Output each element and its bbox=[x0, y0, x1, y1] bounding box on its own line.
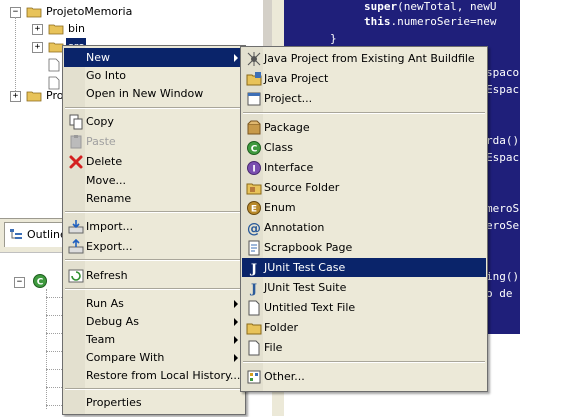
text-file-icon bbox=[248, 300, 260, 316]
new-submenu: Java Project from Existing Ant Buildfile… bbox=[240, 46, 488, 392]
menu-item-copy[interactable]: Copy bbox=[64, 112, 244, 131]
submenu-item-file[interactable]: File bbox=[242, 338, 486, 357]
svg-text:J: J bbox=[250, 262, 257, 276]
delete-icon bbox=[69, 155, 83, 169]
menu-item-new[interactable]: New bbox=[64, 48, 244, 67]
menu-item-debug-as[interactable]: Debug As bbox=[64, 312, 244, 331]
submenu-item-project[interactable]: Project... bbox=[242, 89, 486, 108]
submenu-item-other[interactable]: Other... bbox=[242, 367, 486, 386]
submenu-item-package[interactable]: Package bbox=[242, 118, 486, 137]
code-line: ing() bbox=[486, 270, 520, 283]
submenu-item-junit-test-suite[interactable]: J JUnit Test Suite bbox=[242, 278, 486, 297]
tree-item-bin[interactable]: + bin bbox=[32, 20, 232, 38]
menu-item-delete[interactable]: Delete bbox=[64, 152, 244, 171]
menu-item-open-new-window[interactable]: Open in New Window bbox=[64, 84, 244, 103]
context-menu: New Go Into Open in New Window Copy Past… bbox=[62, 45, 246, 415]
package-icon bbox=[247, 120, 261, 135]
menu-item-run-as[interactable]: Run As bbox=[64, 294, 244, 313]
svg-text:C: C bbox=[251, 145, 258, 155]
submenu-arrow-icon bbox=[234, 300, 238, 308]
folder-icon bbox=[246, 323, 262, 335]
source-folder-icon bbox=[246, 183, 262, 195]
junit-test-suite-icon: J bbox=[250, 282, 257, 296]
scrapbook-icon bbox=[248, 240, 260, 256]
menu-item-restore-local-history[interactable]: Restore from Local History... bbox=[64, 366, 244, 385]
code-line: eroSe bbox=[486, 219, 520, 232]
submenu-item-interface[interactable]: I Interface bbox=[242, 158, 486, 177]
submenu-item-source-folder[interactable]: Source Folder bbox=[242, 178, 486, 197]
menu-item-refresh[interactable]: Refresh bbox=[64, 266, 244, 285]
code-line: super(newTotal, newU bbox=[364, 0, 497, 13]
expand-icon[interactable]: + bbox=[32, 42, 43, 53]
menu-item-import[interactable]: Import... bbox=[64, 217, 244, 236]
tree-label: bin bbox=[68, 22, 86, 35]
ant-project-icon bbox=[247, 52, 261, 66]
code-line: meroS bbox=[486, 202, 520, 215]
menu-item-team[interactable]: Team bbox=[64, 330, 244, 349]
svg-text:E: E bbox=[251, 205, 257, 215]
submenu-item-class[interactable]: C Class bbox=[242, 138, 486, 157]
paste-icon bbox=[70, 135, 82, 149]
junit-test-case-icon: J bbox=[250, 262, 257, 276]
svg-text:C: C bbox=[37, 278, 44, 288]
submenu-item-untitled-text-file[interactable]: Untitled Text File bbox=[242, 298, 486, 317]
class-icon: C bbox=[247, 141, 261, 155]
menu-item-properties[interactable]: Properties bbox=[64, 393, 244, 412]
tab-label: Outline bbox=[27, 228, 67, 241]
tab-outline[interactable]: Outline bbox=[4, 222, 67, 247]
project-folder-icon bbox=[26, 7, 42, 18]
import-icon bbox=[68, 220, 84, 234]
menu-item-go-into[interactable]: Go Into bbox=[64, 66, 244, 85]
submenu-item-ant-project[interactable]: Java Project from Existing Ant Buildfile bbox=[242, 49, 486, 68]
menu-item-rename[interactable]: Rename bbox=[64, 189, 244, 208]
menu-item-move[interactable]: Move... bbox=[64, 171, 244, 190]
code-line: this.numeroSerie=new bbox=[364, 15, 497, 28]
class-icon: C bbox=[33, 274, 47, 288]
code-line: Espac bbox=[486, 83, 520, 96]
code-line: Espac bbox=[486, 151, 520, 164]
menu-item-compare-with[interactable]: Compare With bbox=[64, 348, 244, 367]
enum-icon: E bbox=[247, 201, 261, 215]
submenu-item-junit-test-case[interactable]: J JUnit Test Case bbox=[242, 258, 486, 277]
tree-label: ProjetoMemoria bbox=[46, 5, 133, 18]
submenu-arrow-icon bbox=[234, 318, 238, 326]
java-project-icon bbox=[246, 72, 262, 86]
submenu-item-folder[interactable]: Folder bbox=[242, 318, 486, 337]
submenu-item-java-project[interactable]: Java Project bbox=[242, 69, 486, 88]
tree-item-projetomemoria[interactable]: − ProjetoMemoria bbox=[10, 3, 250, 21]
project-folder-icon bbox=[26, 91, 42, 102]
svg-text:J: J bbox=[250, 282, 257, 296]
project-icon bbox=[247, 92, 261, 106]
interface-icon: I bbox=[247, 161, 261, 175]
menu-item-export[interactable]: Export... bbox=[64, 237, 244, 256]
file-icon bbox=[248, 340, 260, 356]
code-line: } bbox=[330, 32, 337, 45]
submenu-arrow-icon bbox=[234, 336, 238, 344]
submenu-item-annotation[interactable]: @ Annotation bbox=[242, 218, 486, 237]
other-icon bbox=[247, 370, 261, 384]
submenu-arrow-icon bbox=[234, 354, 238, 362]
svg-text:@: @ bbox=[247, 221, 261, 236]
tree-item-project2[interactable]: + Proj bbox=[10, 87, 70, 105]
refresh-icon bbox=[68, 269, 84, 283]
copy-icon bbox=[69, 114, 83, 130]
svg-text:I: I bbox=[252, 165, 255, 175]
collapse-icon[interactable]: − bbox=[14, 277, 25, 288]
export-icon bbox=[68, 239, 84, 254]
submenu-item-enum[interactable]: E Enum bbox=[242, 198, 486, 217]
menu-item-paste[interactable]: Paste bbox=[64, 132, 244, 151]
expand-icon[interactable]: + bbox=[10, 91, 21, 102]
code-line: o de bbox=[486, 287, 513, 300]
editor-margin bbox=[520, 0, 569, 416]
code-line: rda() bbox=[486, 134, 520, 147]
outline-icon bbox=[10, 229, 22, 239]
expand-icon[interactable]: + bbox=[32, 24, 43, 35]
folder-icon bbox=[48, 24, 64, 35]
annotation-icon: @ bbox=[247, 221, 261, 236]
submenu-item-scrapbook[interactable]: Scrapbook Page bbox=[242, 238, 486, 257]
file-icon bbox=[48, 58, 60, 72]
submenu-arrow-icon bbox=[234, 54, 238, 62]
